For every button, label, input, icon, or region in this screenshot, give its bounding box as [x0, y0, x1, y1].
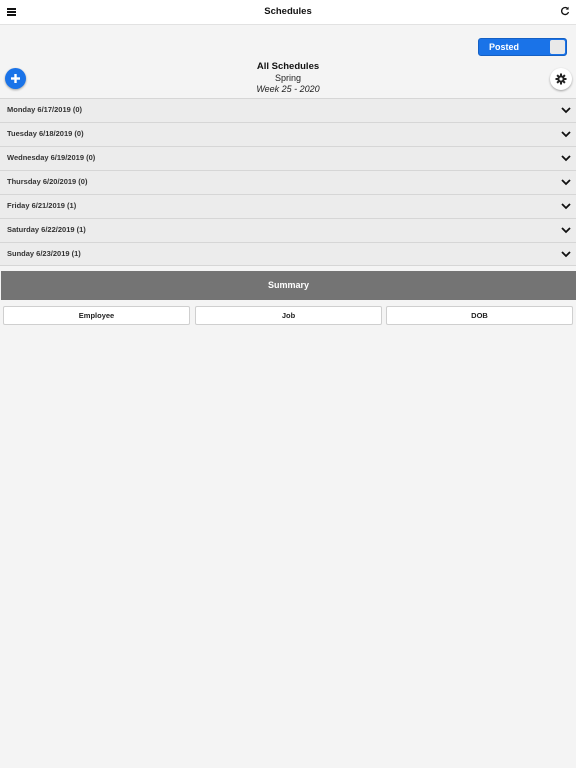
top-bar: Schedules [0, 0, 576, 25]
chevron-down-icon [561, 131, 571, 138]
chevron-down-icon [561, 227, 571, 234]
chevron-down-icon [561, 155, 571, 162]
posted-toggle-label: Posted [489, 42, 520, 52]
day-row-friday[interactable]: Friday 6/21/2019 (1) [0, 194, 576, 218]
day-row-sunday[interactable]: Sunday 6/23/2019 (1) [0, 242, 576, 266]
tab-job[interactable]: Job [195, 306, 382, 325]
gear-icon [555, 73, 567, 85]
day-row-wednesday[interactable]: Wednesday 6/19/2019 (0) [0, 146, 576, 170]
day-label: Friday 6/21/2019 (1) [7, 201, 77, 210]
day-row-monday[interactable]: Monday 6/17/2019 (0) [0, 98, 576, 122]
day-label: Sunday 6/23/2019 (1) [7, 249, 81, 258]
tab-dob[interactable]: DOB [386, 306, 573, 325]
chevron-down-icon [561, 179, 571, 186]
toggle-knob [550, 40, 565, 54]
day-row-tuesday[interactable]: Tuesday 6/18/2019 (0) [0, 122, 576, 146]
day-label: Wednesday 6/19/2019 (0) [7, 153, 96, 162]
plus-icon [11, 74, 20, 83]
day-label: Monday 6/17/2019 (0) [7, 105, 83, 114]
posted-toggle[interactable]: Posted [478, 38, 567, 56]
settings-button[interactable] [550, 68, 572, 90]
day-row-saturday[interactable]: Saturday 6/22/2019 (1) [0, 218, 576, 242]
chevron-down-icon [561, 107, 571, 114]
day-label: Thursday 6/20/2019 (0) [7, 177, 88, 186]
schedule-header: All Schedules Spring Week 25 - 2020 [188, 61, 388, 95]
day-label: Tuesday 6/18/2019 (0) [7, 129, 84, 138]
chevron-down-icon [561, 251, 571, 258]
summary-header: Summary [1, 271, 576, 300]
day-list: Monday 6/17/2019 (0) Tuesday 6/18/2019 (… [0, 98, 576, 266]
chevron-down-icon [561, 203, 571, 210]
schedule-week: Week 25 - 2020 [256, 84, 320, 94]
day-label: Saturday 6/22/2019 (1) [7, 225, 86, 234]
page-title: Schedules [264, 6, 312, 17]
schedule-title: All Schedules [256, 61, 320, 72]
day-row-thursday[interactable]: Thursday 6/20/2019 (0) [0, 170, 576, 194]
schedule-season: Spring [274, 73, 301, 83]
refresh-icon[interactable] [560, 6, 570, 16]
add-schedule-button[interactable] [5, 68, 26, 89]
tab-employee[interactable]: Employee [3, 306, 190, 325]
